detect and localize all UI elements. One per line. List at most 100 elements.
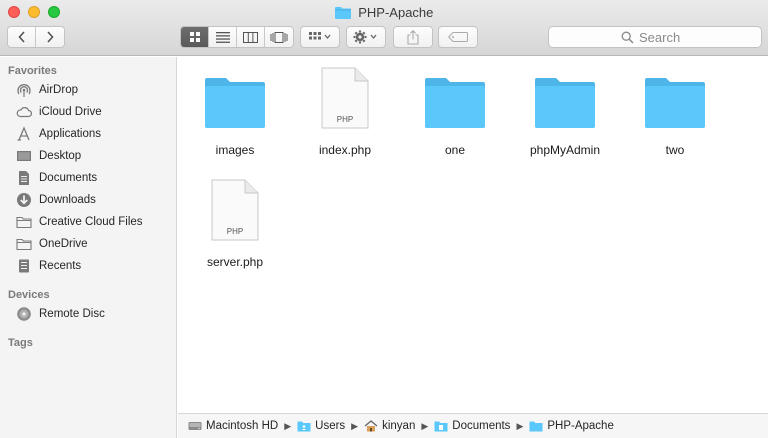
sidebar-item-label: Desktop (39, 150, 82, 162)
sidebar-item-onedrive[interactable]: OneDrive (16, 234, 88, 254)
cloud-icon (16, 104, 32, 120)
view-mode-control (180, 26, 294, 48)
sidebar-item-label: Remote Disc (39, 308, 105, 320)
window-title: PHP-Apache (0, 5, 768, 22)
folder-icon (625, 65, 725, 129)
sidebar-item-label: Documents (39, 172, 98, 184)
path-crumb-php-apache[interactable]: PHP-Apache (529, 420, 614, 432)
back-button[interactable] (8, 27, 36, 47)
folder-icon (529, 420, 543, 432)
sidebar-item-label: Recents (39, 260, 82, 272)
folder-icon (334, 6, 351, 22)
file-item-phpmyadmin[interactable]: phpMyAdmin (515, 65, 615, 157)
sidebar-header-devices: Devices (8, 289, 50, 301)
file-item-index-php[interactable]: PHP index.php (295, 65, 395, 157)
file-item-images[interactable]: images (185, 65, 285, 157)
list-view-icon (215, 31, 230, 43)
file-name: index.php (318, 143, 372, 157)
search-icon (621, 31, 634, 44)
folder-icon (405, 65, 505, 129)
airdrop-icon (16, 82, 32, 98)
sidebar-item-creative-cloud-files[interactable]: Creative Cloud Files (16, 212, 143, 232)
path-crumb-label: Macintosh HD (206, 420, 279, 432)
sidebar-item-label: Downloads (39, 194, 96, 206)
navigation-buttons (7, 26, 65, 48)
action-button[interactable] (346, 26, 386, 48)
php-file-icon: PHP (185, 177, 285, 241)
file-item-server-php[interactable]: PHP server.php (185, 177, 285, 269)
tag-icon (448, 32, 468, 42)
folder-icon (297, 420, 311, 432)
php-file-icon: PHP (295, 65, 395, 129)
icon-view-button[interactable] (181, 27, 209, 47)
cover-flow-icon (270, 31, 288, 43)
sidebar-item-airdrop[interactable]: AirDrop (16, 80, 78, 100)
php-badge: PHP (227, 227, 243, 236)
hard-drive-icon (188, 420, 202, 432)
recents-icon (16, 258, 32, 274)
arrange-icon (309, 32, 331, 40)
path-crumb-macintosh-hd[interactable]: Macintosh HD (188, 420, 278, 432)
file-name: phpMyAdmin (529, 143, 601, 157)
icon-view-icon (189, 32, 200, 42)
sidebar-item-downloads[interactable]: Downloads (16, 190, 96, 210)
chevron-right-icon: ▶ (351, 420, 359, 431)
window-title-text: PHP-Apache (358, 5, 434, 20)
arrange-button[interactable] (300, 26, 340, 48)
sidebar: Favorites AirDrop iCloud Drive Applicati… (0, 57, 177, 438)
path-crumb-label: Users (315, 420, 346, 432)
path-crumb-label: PHP-Apache (547, 420, 614, 432)
path-crumb-users[interactable]: Users (297, 420, 345, 432)
chevron-right-icon: ▶ (284, 420, 292, 431)
documents-folder-icon (434, 420, 448, 432)
forward-button[interactable] (36, 27, 64, 47)
share-icon (407, 29, 419, 45)
file-item-one[interactable]: one (405, 65, 505, 157)
search-field[interactable] (548, 26, 762, 48)
folder-icon (16, 214, 32, 230)
path-crumb-label: kinyan (382, 420, 416, 432)
sidebar-item-applications[interactable]: Applications (16, 124, 101, 144)
chevron-right-icon (47, 31, 54, 43)
home-icon (364, 420, 378, 432)
path-crumb-documents[interactable]: Documents (434, 420, 510, 432)
sidebar-item-label: OneDrive (39, 238, 88, 250)
column-view-button[interactable] (237, 27, 265, 47)
chevron-right-icon: ▶ (421, 420, 429, 431)
window-toolbar: PHP-Apache (0, 0, 768, 56)
list-view-button[interactable] (209, 27, 237, 47)
disc-icon (16, 306, 32, 322)
folder-icon (16, 236, 32, 252)
download-icon (16, 192, 32, 208)
file-icon-grid: images PHP index.php one phpMyAdmin two (178, 57, 768, 412)
path-bar: Macintosh HD ▶ Users ▶ kinyan ▶ Document… (178, 413, 768, 438)
folder-icon (185, 65, 285, 129)
file-name: two (665, 143, 685, 157)
cover-flow-button[interactable] (265, 27, 293, 47)
edit-tags-button[interactable] (438, 26, 478, 48)
sidebar-item-icloud-drive[interactable]: iCloud Drive (16, 102, 102, 122)
sidebar-item-desktop[interactable]: Desktop (16, 146, 81, 166)
path-crumb-kinyan[interactable]: kinyan (364, 420, 415, 432)
applications-icon (16, 126, 32, 142)
sidebar-item-label: Applications (39, 128, 102, 140)
sidebar-header-favorites: Favorites (8, 65, 57, 77)
folder-icon (515, 65, 615, 129)
search-input[interactable] (639, 29, 689, 45)
document-icon (16, 170, 32, 186)
share-button[interactable] (393, 26, 433, 48)
desktop-icon (16, 148, 32, 164)
sidebar-item-label: Creative Cloud Files (39, 216, 143, 228)
file-name: one (444, 143, 466, 157)
chevron-left-icon (17, 31, 25, 43)
sidebar-header-tags: Tags (8, 337, 33, 349)
sidebar-item-label: iCloud Drive (39, 106, 102, 118)
file-item-two[interactable]: two (625, 65, 725, 157)
sidebar-item-remote-disc[interactable]: Remote Disc (16, 304, 105, 324)
sidebar-item-documents[interactable]: Documents (16, 168, 97, 188)
file-name: images (215, 143, 255, 157)
path-crumb-label: Documents (452, 420, 511, 432)
sidebar-item-recents[interactable]: Recents (16, 256, 81, 276)
column-view-icon (243, 31, 258, 43)
file-name: server.php (206, 255, 264, 269)
